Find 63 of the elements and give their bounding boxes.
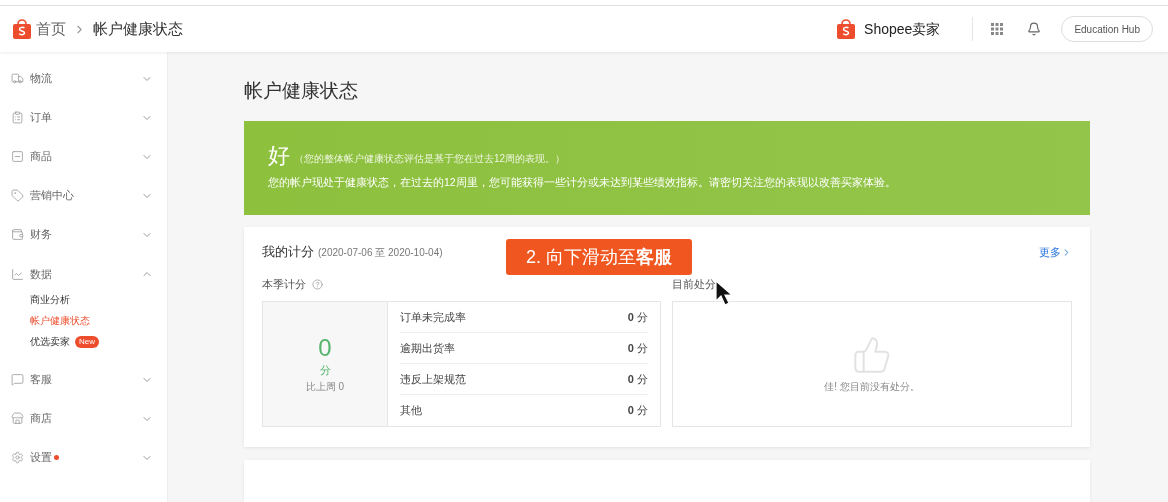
tutorial-callout: 2. 向下滑动至客服 [506,239,692,275]
more-link[interactable]: 更多 [1039,243,1072,261]
sidebar-item[interactable]: 数据 [0,259,167,289]
chevron-right-icon [1061,246,1072,258]
breadcrumb-current: 帐户健康状态 [93,18,183,39]
penalty-label: 目前处分 [672,276,716,292]
health-grade: 好 [268,143,290,169]
metric-score: 0 分 [627,371,648,387]
sidebar-item[interactable]: 物流 [0,59,167,98]
home-link[interactable]: 首页 [36,17,66,41]
metric-score: 0 分 [627,309,648,325]
weekly-compare: 比上周 0 [305,379,345,394]
grade-note: （您的整体帐户健康状态评估是基于您在过去12周的表现。） [294,152,566,166]
tag-icon [11,189,24,202]
score-unit: 分 [319,363,331,379]
sidebar-label: 客服 [30,372,52,388]
settings-icon [11,451,24,464]
box-icon [11,150,24,163]
wallet-icon [11,228,24,241]
sidebar-label: 物流 [30,71,52,87]
metric-score: 0 分 [627,340,648,356]
card-title: 我的计分 [262,243,314,261]
clipboard-icon [11,111,24,124]
sidebar-item[interactable]: 商店 [0,399,167,438]
sidebar-item[interactable]: 商品 [0,137,167,176]
brand-name: Shopee卖家 [864,19,941,39]
apps-grid-icon[interactable] [991,23,1004,35]
sidebar-item[interactable]: 财务 [0,215,167,254]
chart-icon [11,267,24,281]
help-icon [312,278,323,290]
truck-icon [11,72,24,85]
thumbs-up-icon [852,334,892,375]
new-badge: New [75,335,99,348]
sidebar-label: 营销中心 [30,188,74,204]
date-range: (2020-07-06 至 2020-10-04) [318,245,443,260]
metric-score: 0 分 [627,403,648,419]
metric-label: 其他 [400,403,422,419]
bag-logo-icon [12,18,32,40]
sidebar-item[interactable]: 营销中心 [0,176,167,215]
bell-icon[interactable] [1027,22,1042,36]
metric-label: 订单未完成率 [400,309,466,325]
sidebar-label: 订单 [30,110,52,126]
sidebar-label: 商店 [30,411,52,427]
sidebar-label: 财务 [30,227,52,243]
submenu-item[interactable]: 商业分析 [30,292,70,307]
chat-icon [11,373,24,386]
total-score: 0 [318,334,332,363]
sidebar-label: 商品 [30,149,52,165]
store-icon [11,412,24,425]
page-title: 帐户健康状态 [244,79,359,103]
sidebar-item[interactable]: 设置 [0,438,167,477]
sidebar-label: 设置 [30,450,52,466]
status-message: 您的帐户现处于健康状态，在过去的12周里，您可能获得一些计分或未达到某些绩效指标。请密切关注您的表现以改善买家体验。 [268,175,897,190]
sidebar-item[interactable]: 客服 [0,360,167,399]
metric-label: 违反上架规范 [400,371,466,387]
sidebar-item[interactable]: 订单 [0,98,167,137]
season-label: 本季计分 [262,276,306,292]
no-penalty-message: 佳! 您目前没有处分。 [824,379,920,394]
metric-label: 逾期出货率 [400,340,455,356]
submenu-item[interactable]: 优选卖家 [30,334,70,349]
bag-logo-icon [836,18,857,40]
submenu-item[interactable]: 帐户健康状态 [30,313,90,328]
sidebar-label: 数据 [30,266,52,282]
